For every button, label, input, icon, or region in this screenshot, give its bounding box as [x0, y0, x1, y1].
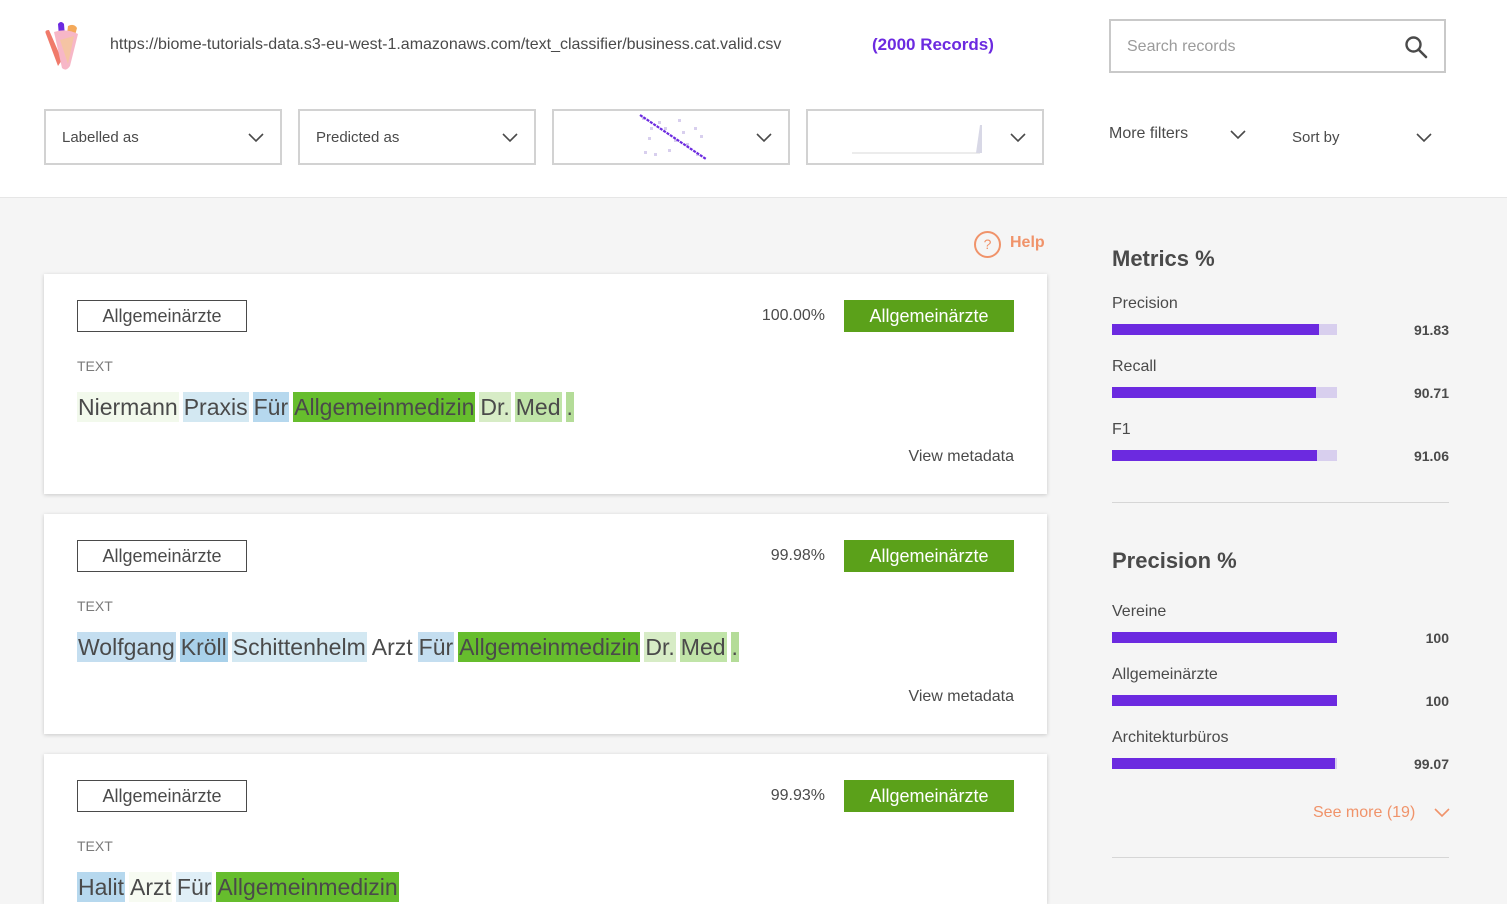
- prediction-score: 99.93%: [770, 787, 825, 804]
- token: Dr.: [644, 632, 676, 662]
- metric-value: 90.71: [1413, 385, 1449, 401]
- token: Halit: [77, 872, 126, 902]
- record-card: Allgemeinärzte 99.93% Allgemeinärzte TEX…: [44, 754, 1047, 904]
- top-bar: https://biome-tutorials-data.s3-eu-west-…: [0, 0, 1507, 198]
- chevron-down-icon: [1010, 133, 1026, 143]
- token: Allgemeinmedizin: [293, 392, 476, 422]
- labelled-as-filter[interactable]: Labelled as: [44, 109, 282, 165]
- class-precision-bar: [1112, 632, 1337, 643]
- prediction-label[interactable]: Allgemeinärzte: [844, 540, 1014, 572]
- class-label: Vereine: [1112, 603, 1167, 620]
- token: Für: [252, 392, 290, 422]
- token: Dr.: [479, 392, 511, 422]
- class-precision-bar-fill: [1112, 758, 1335, 769]
- sort-by-label: Sort by: [1292, 129, 1340, 146]
- search-icon[interactable]: [1404, 35, 1428, 59]
- chevron-down-icon[interactable]: [1416, 133, 1432, 143]
- class-precision-value: 99.07: [1413, 756, 1449, 772]
- score-distribution-filter[interactable]: [806, 109, 1044, 165]
- help-label: Help: [1010, 234, 1045, 251]
- chevron-down-icon: [502, 133, 518, 143]
- token: Med: [679, 632, 727, 662]
- metric-bar-fill: [1112, 450, 1317, 461]
- class-precision-bar-fill: [1112, 695, 1337, 706]
- token: Arzt: [370, 632, 414, 662]
- token: Für: [175, 872, 213, 902]
- view-metadata-link[interactable]: View metadata: [908, 448, 1014, 466]
- field-name: TEXT: [77, 358, 113, 374]
- divider: [1112, 502, 1449, 503]
- class-precision-bar: [1112, 758, 1337, 769]
- metric-bar: [1112, 450, 1337, 461]
- token: .: [730, 632, 739, 662]
- labelled-as-label: Labelled as: [62, 129, 139, 146]
- view-metadata-link[interactable]: View metadata: [908, 688, 1014, 706]
- prediction-score: 99.98%: [770, 547, 825, 564]
- class-precision-bar: [1112, 695, 1337, 706]
- chevron-down-icon: [756, 133, 772, 143]
- metric-label: Recall: [1112, 358, 1157, 375]
- token: Wolfgang: [77, 632, 176, 662]
- token: Arzt: [129, 872, 172, 902]
- class-precision-value: 100: [1425, 630, 1449, 646]
- metric-label: F1: [1112, 421, 1131, 438]
- record-card: Allgemeinärzte 100.00% Allgemeinärzte TE…: [44, 274, 1047, 494]
- field-name: TEXT: [77, 598, 113, 614]
- metric-bar: [1112, 324, 1337, 335]
- biome-logo-icon: [45, 22, 78, 70]
- confusion-matrix-filter[interactable]: [552, 109, 790, 165]
- class-label: Architekturbüros: [1112, 729, 1229, 746]
- predicted-as-filter[interactable]: Predicted as: [298, 109, 536, 165]
- prediction-label[interactable]: Allgemeinärzte: [844, 300, 1014, 332]
- token-list: Halit Arzt Für Allgemeinmedizin: [77, 872, 403, 902]
- token: Allgemeinmedizin: [458, 632, 641, 662]
- annotation-label[interactable]: Allgemeinärzte: [77, 780, 247, 812]
- score-histogram-icon: [852, 125, 982, 154]
- metrics-title: Metrics %: [1112, 246, 1215, 271]
- class-label: Allgemeinärzte: [1112, 666, 1218, 683]
- token: Praxis: [182, 392, 249, 422]
- token: Für: [417, 632, 455, 662]
- annotation-label[interactable]: Allgemeinärzte: [77, 540, 247, 572]
- see-more-link[interactable]: See more (19): [1313, 804, 1415, 822]
- annotation-label[interactable]: Allgemeinärzte: [77, 300, 247, 332]
- token-list: Wolfgang Kröll Schittenhelm Arzt Für Allgemei…: [77, 632, 743, 662]
- token: Med: [514, 392, 562, 422]
- chevron-down-icon: [248, 133, 264, 143]
- prediction-score: 100.00%: [761, 307, 825, 324]
- metric-label: Precision: [1112, 295, 1178, 312]
- token: Niermann: [77, 392, 179, 422]
- more-filters-dropdown[interactable]: More filters: [1109, 125, 1188, 143]
- metric-bar-fill: [1112, 387, 1317, 398]
- metric-bar-fill: [1112, 324, 1319, 335]
- record-card: Allgemeinärzte 99.98% Allgemeinärzte TEX…: [44, 514, 1047, 734]
- field-name: TEXT: [77, 838, 113, 854]
- search-input[interactable]: [1127, 34, 1397, 60]
- help-icon[interactable]: ?: [974, 231, 1001, 258]
- token-list: Niermann Praxis Für Allgemeinmedizin Dr. Med.: [77, 392, 578, 422]
- token: Schittenhelm: [231, 632, 367, 662]
- chevron-down-icon[interactable]: [1434, 808, 1450, 818]
- dataset-url: https://biome-tutorials-data.s3-eu-west-…: [110, 36, 782, 53]
- token: Allgemeinmedizin: [216, 872, 399, 902]
- metric-bar: [1112, 387, 1337, 398]
- token: .: [565, 392, 574, 422]
- precision-title: Precision %: [1112, 548, 1237, 573]
- metric-value: 91.83: [1413, 322, 1449, 338]
- more-filters-label: More filters: [1109, 125, 1189, 142]
- token: Kröll: [179, 632, 228, 662]
- predicted-as-label: Predicted as: [316, 129, 400, 146]
- chevron-down-icon[interactable]: [1230, 130, 1246, 140]
- search-box[interactable]: [1109, 19, 1446, 73]
- confusion-matrix-icon: [639, 114, 707, 160]
- records-count: (2000 Records): [872, 35, 994, 54]
- prediction-label[interactable]: Allgemeinärzte: [844, 780, 1014, 812]
- class-precision-bar-fill: [1112, 632, 1337, 643]
- metric-value: 91.06: [1413, 448, 1449, 464]
- sort-by-dropdown[interactable]: Sort by: [1292, 129, 1340, 146]
- class-precision-value: 100: [1425, 693, 1449, 709]
- divider: [1112, 857, 1449, 858]
